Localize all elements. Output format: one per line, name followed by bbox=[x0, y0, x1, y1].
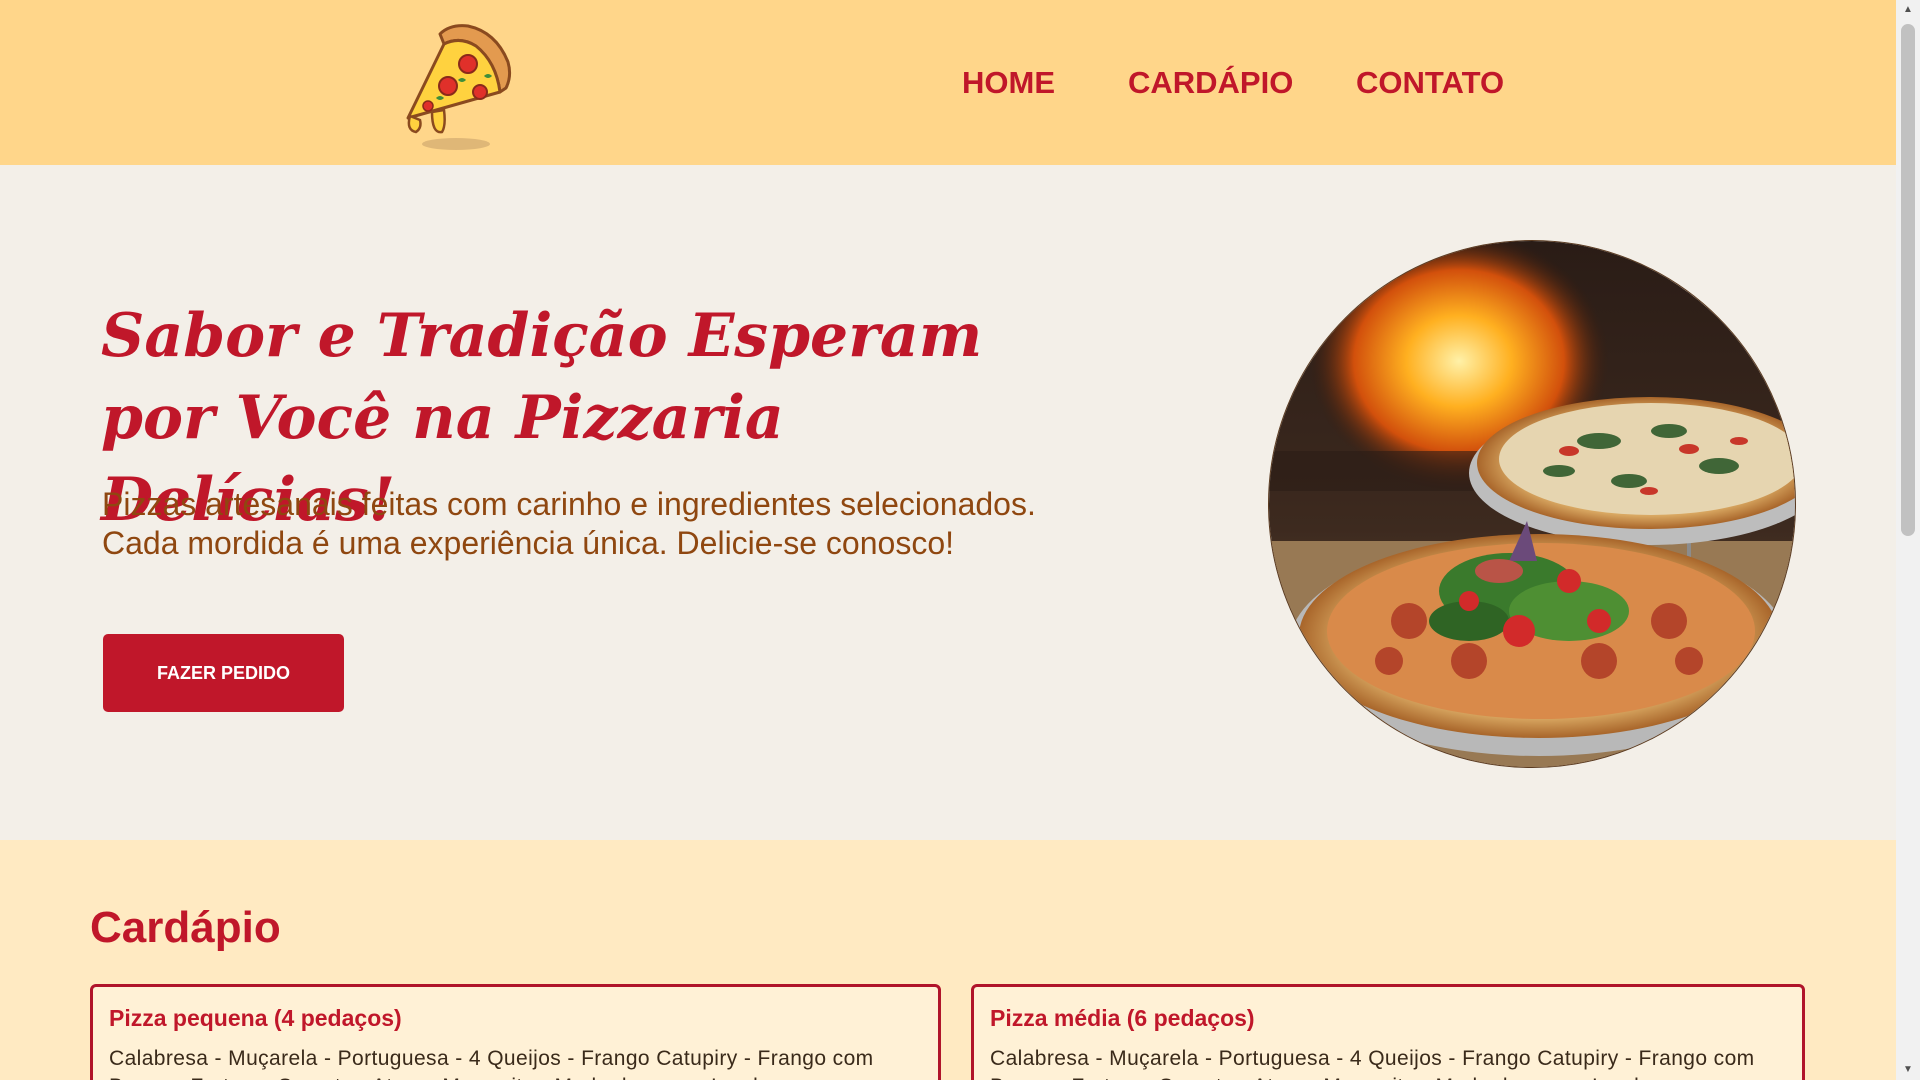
scroll-up-arrow-icon[interactable]: ▲ bbox=[1896, 0, 1920, 20]
vertical-scrollbar[interactable]: ▲ ▼ bbox=[1896, 0, 1920, 1080]
nav-cardapio-link[interactable]: CARDÁPIO bbox=[1128, 60, 1293, 106]
hero-section: Sabor e Tradição Esperam por Você na Piz… bbox=[0, 165, 1896, 840]
menu-section: Cardápio Pizza pequena (4 pedaços) Calab… bbox=[0, 840, 1896, 1080]
scrollbar-thumb[interactable] bbox=[1901, 24, 1915, 536]
menu-title: Cardápio bbox=[90, 903, 281, 952]
pizza-logo-icon[interactable] bbox=[388, 22, 518, 152]
nav-home-link[interactable]: HOME bbox=[962, 60, 1055, 106]
menu-card-title: Pizza pequena (4 pedaços) bbox=[109, 1005, 402, 1031]
order-button[interactable]: FAZER PEDIDO bbox=[103, 634, 344, 712]
menu-card-flavors: Calabresa - Muçarela - Portuguesa - 4 Qu… bbox=[109, 1047, 874, 1080]
pizza-photo bbox=[1268, 240, 1796, 768]
menu-card-medium: Pizza média (6 pedaços) Calabresa - Muça… bbox=[971, 984, 1805, 1080]
scroll-down-arrow-icon[interactable]: ▼ bbox=[1896, 1060, 1920, 1080]
menu-card-title: Pizza média (6 pedaços) bbox=[990, 1005, 1255, 1031]
nav-contato-link[interactable]: CONTATO bbox=[1356, 60, 1504, 106]
pizza-slice-icon bbox=[406, 24, 512, 150]
site-header: HOME CARDÁPIO CONTATO bbox=[0, 0, 1896, 165]
menu-card-small: Pizza pequena (4 pedaços) Calabresa - Mu… bbox=[90, 984, 941, 1080]
page: HOME CARDÁPIO CONTATO Sabor e Tradição E… bbox=[0, 0, 1896, 1080]
menu-card-flavors: Calabresa - Muçarela - Portuguesa - 4 Qu… bbox=[990, 1047, 1755, 1080]
hero-description: Pizzas artesanais feitas com carinho e i… bbox=[102, 486, 1036, 561]
pizza-image bbox=[1269, 241, 1795, 767]
